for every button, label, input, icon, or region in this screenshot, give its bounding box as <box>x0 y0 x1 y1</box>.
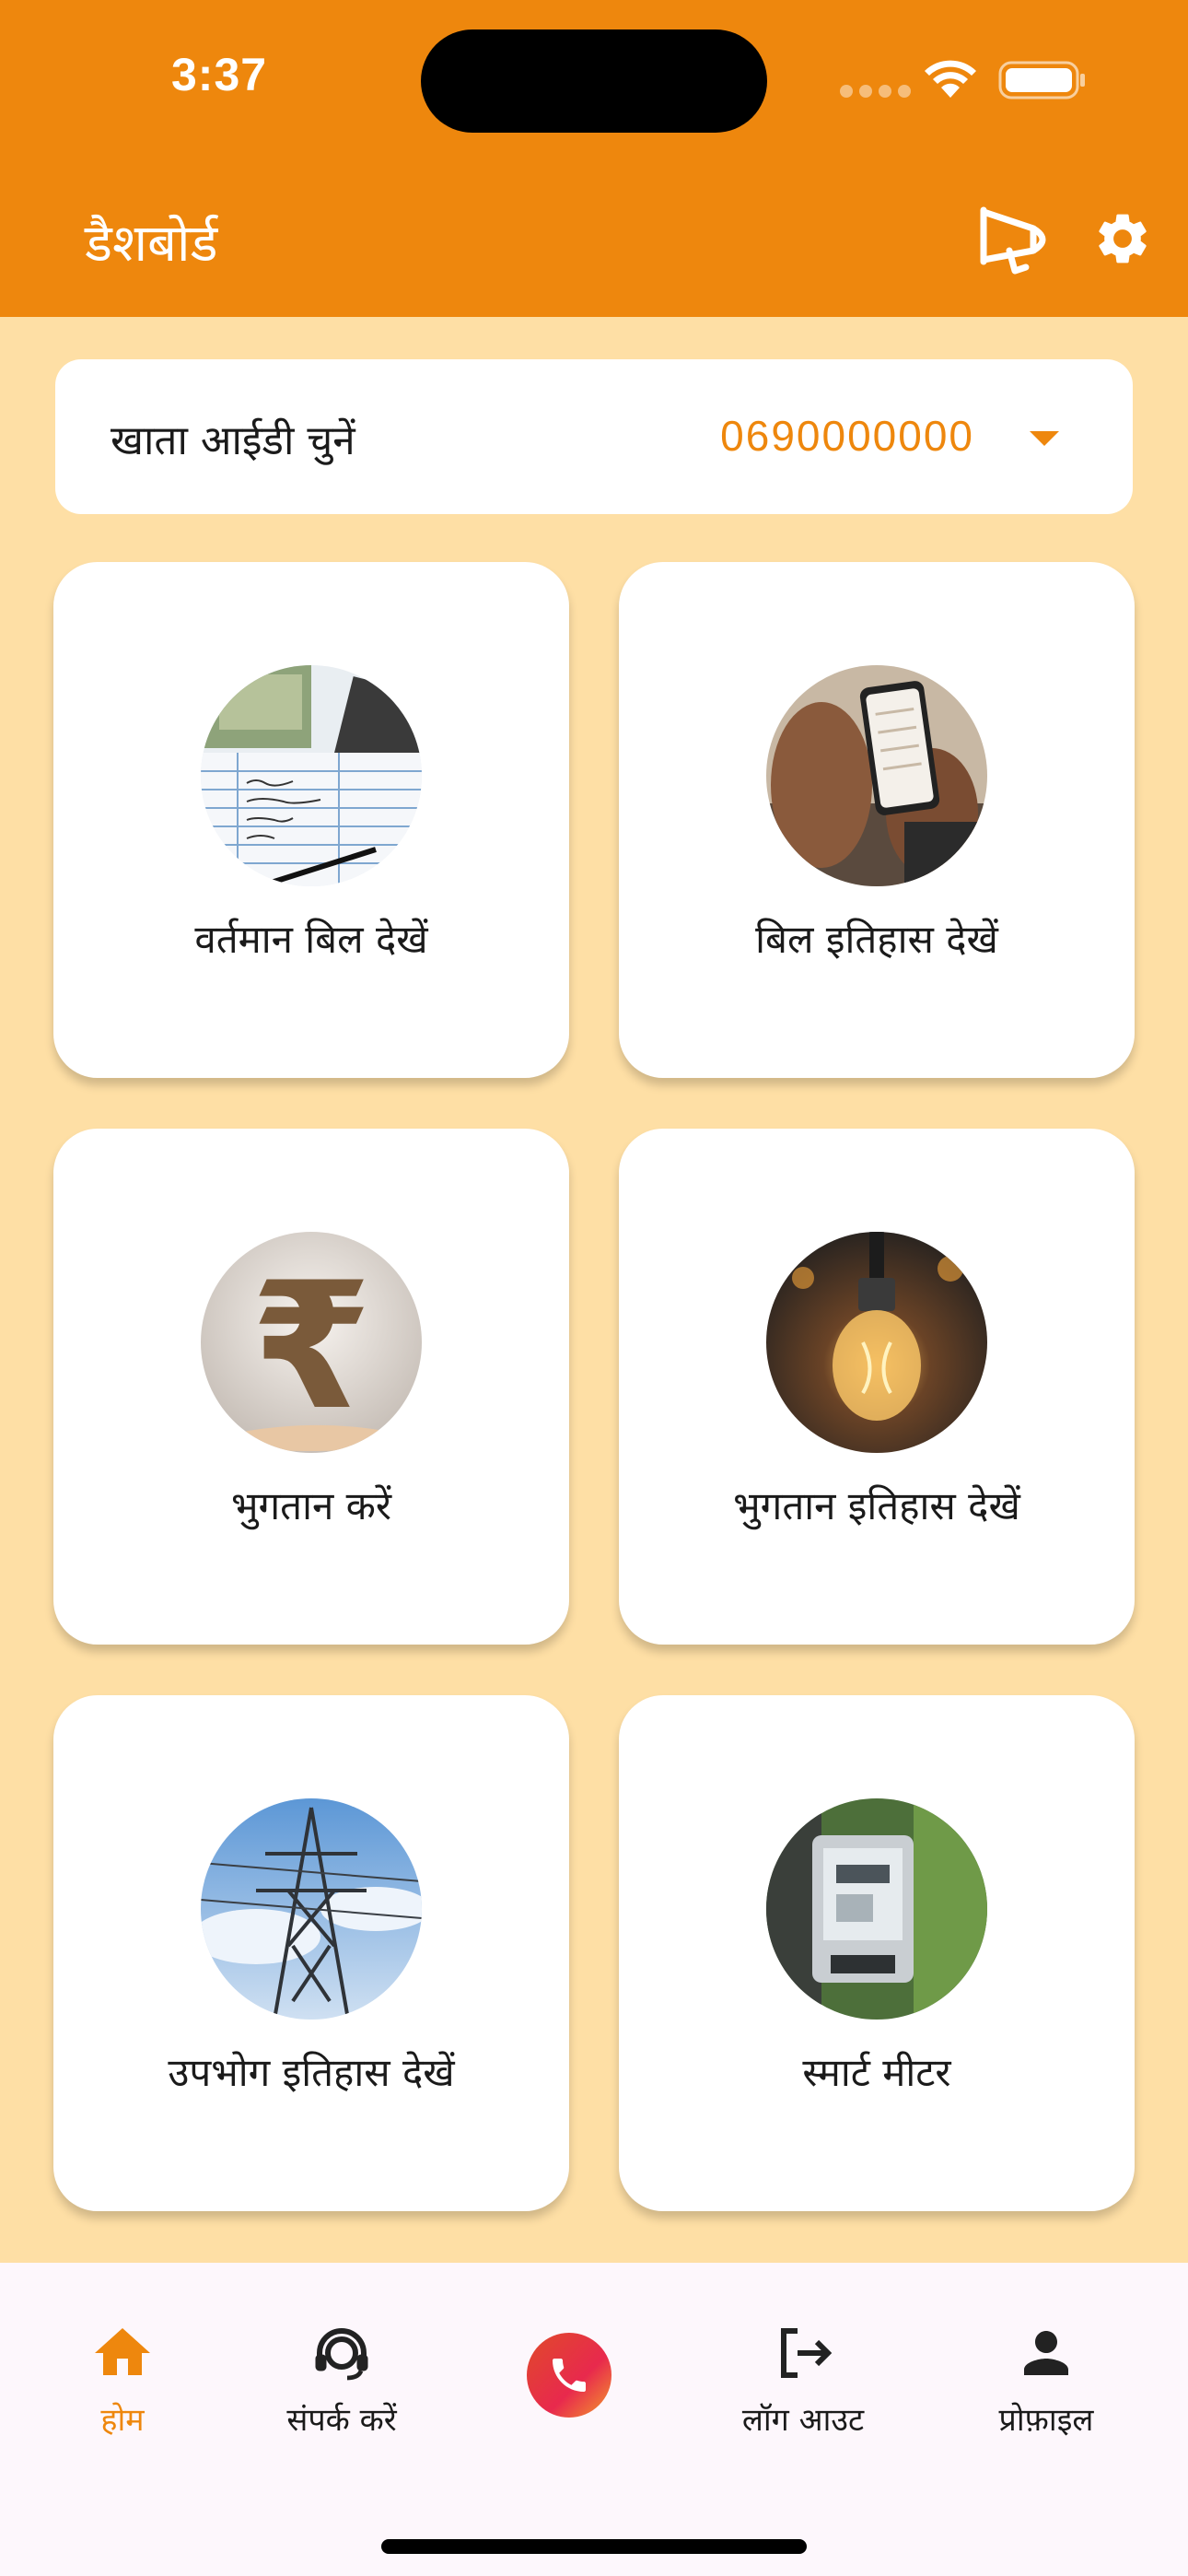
bill-document-photo <box>201 665 422 886</box>
home-indicator[interactable] <box>381 2539 807 2554</box>
dynamic-island <box>421 29 767 133</box>
account-id-select[interactable]: खाता आईडी चुनें 0690000000 <box>55 359 1133 514</box>
bottom-navigation: होम संपर्क करें लॉग आउट प्रोफ़ाइल <box>0 2263 1188 2576</box>
wifi-icon <box>925 60 976 98</box>
nav-logout[interactable]: लॉग आउट <box>693 2320 914 2440</box>
account-id-label: खाता आईडी चुनें <box>111 417 355 464</box>
tile-make-payment[interactable]: ₹ भुगतान करें <box>53 1129 569 1645</box>
nav-label: संपर्क करें <box>286 2402 397 2439</box>
phone-icon <box>553 2359 586 2392</box>
tile-current-bill[interactable]: वर्तमान बिल देखें <box>53 562 569 1078</box>
tile-payment-history[interactable]: भुगतान इतिहास देखें <box>619 1129 1135 1645</box>
light-bulb-photo <box>766 1232 987 1453</box>
tile-label: स्मार्ट मीटर <box>802 2050 951 2095</box>
dashboard-screen: 3:37 डैशबोर्ड खाता आईडी चुनें 0690000000… <box>0 0 1188 2576</box>
nav-label: लॉग आउट <box>741 2402 865 2439</box>
app-header: 3:37 डैशबोर्ड <box>0 0 1188 317</box>
tile-consumption-history[interactable]: उपभोग इतिहास देखें <box>53 1695 569 2211</box>
account-id-value: 0690000000 <box>720 412 974 460</box>
person-icon <box>1024 2331 1068 2375</box>
nav-home[interactable]: होम <box>12 2320 233 2440</box>
battery-icon <box>998 61 1085 100</box>
call-button[interactable] <box>527 2333 611 2418</box>
tile-bill-history[interactable]: बिल इतिहास देखें <box>619 562 1135 1078</box>
tile-label: भुगतान इतिहास देखें <box>733 1483 1020 1528</box>
tile-label: बिल इतिहास देखें <box>755 917 998 962</box>
svg-text:₹: ₹ <box>250 1245 372 1448</box>
page-title: डैशबोर्ड <box>85 214 218 274</box>
nav-contact[interactable]: संपर्क करें <box>231 2320 452 2440</box>
rupee-symbol-photo: ₹ <box>201 1232 422 1453</box>
status-time: 3:37 <box>171 49 268 100</box>
transmission-tower-photo <box>201 1798 422 2020</box>
home-icon <box>95 2328 150 2375</box>
cellular-signal-icon <box>840 85 911 98</box>
tile-label: भुगतान करें <box>230 1483 392 1528</box>
electric-meter-photo <box>766 1798 987 2020</box>
gear-icon[interactable] <box>1092 208 1153 269</box>
tile-label: उपभोग इतिहास देखें <box>168 2050 455 2095</box>
tile-label: वर्तमान बिल देखें <box>194 917 428 962</box>
chevron-down-icon[interactable] <box>1030 431 1059 446</box>
tile-smart-meter[interactable]: स्मार्ट मीटर <box>619 1695 1135 2211</box>
nav-label: होम <box>100 2402 145 2439</box>
headset-icon <box>315 2328 368 2381</box>
phone-in-hands-photo <box>766 665 987 886</box>
logout-icon <box>781 2328 833 2378</box>
nav-profile[interactable]: प्रोफ़ाइल <box>936 2320 1157 2440</box>
nav-label: प्रोफ़ाइल <box>998 2402 1094 2439</box>
megaphone-icon[interactable] <box>978 203 1057 276</box>
